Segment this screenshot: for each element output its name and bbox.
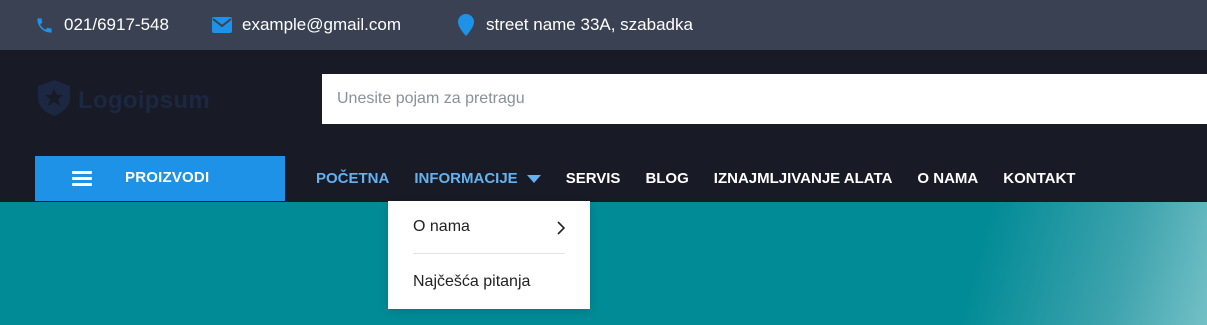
products-menu-button[interactable]: PROIZVODI xyxy=(35,156,285,201)
nav-item-label: IZNAJMLJIVANJE ALATA xyxy=(713,170,893,187)
email-address: example@gmail.com xyxy=(242,15,401,34)
logo-shield-icon xyxy=(38,80,70,121)
nav-item-o-nama[interactable]: O NAMA xyxy=(917,170,978,187)
dropdown-item-label: Najčešća pitanja xyxy=(413,272,531,290)
address-contact[interactable]: street name 33A, szabadka xyxy=(458,0,693,50)
caret-down-icon xyxy=(526,174,541,183)
nav-item-label: O NAMA xyxy=(917,170,979,187)
phone-contact[interactable]: 021/6917-548 xyxy=(35,0,169,50)
hero-banner xyxy=(0,202,1207,325)
nav-item-iznajmljivanje-alata[interactable]: IZNAJMLJIVANJE ALATA xyxy=(714,170,893,187)
phone-icon xyxy=(35,16,54,35)
main-nav: POČETNA INFORMACIJE SERVIS BLOG IZNAJMLJ… xyxy=(316,156,1100,201)
nav-item-blog[interactable]: BLOG xyxy=(645,170,688,187)
nav-item-label: SERVIS xyxy=(565,170,621,187)
nav-item-servis[interactable]: SERVIS xyxy=(566,170,621,187)
hamburger-menu-icon xyxy=(72,171,92,186)
street-address: street name 33A, szabadka xyxy=(486,15,693,34)
contact-topbar: 021/6917-548 example@gmail.com street na… xyxy=(0,0,1207,50)
informacije-dropdown: O nama Najčešća pitanja xyxy=(388,201,590,309)
phone-number: 021/6917-548 xyxy=(64,15,169,34)
nav-item-label: POČETNA xyxy=(316,170,390,187)
site-header: Logoipsum PROIZVODI POČETNA INFORMACIJE … xyxy=(0,50,1207,202)
nav-item-informacije[interactable]: INFORMACIJE xyxy=(414,170,541,187)
nav-item-label: BLOG xyxy=(645,170,689,187)
nav-item-label: KONTAKT xyxy=(1003,170,1076,187)
email-contact[interactable]: example@gmail.com xyxy=(212,0,401,50)
nav-item-label: INFORMACIJE xyxy=(414,170,518,187)
logo-text: Logoipsum xyxy=(78,86,211,114)
products-label: PROIZVODI xyxy=(125,169,210,186)
nav-item-pocetna[interactable]: POČETNA xyxy=(316,170,389,187)
location-pin-icon xyxy=(458,14,474,36)
dropdown-item-o-nama[interactable]: O nama xyxy=(413,201,566,254)
chevron-right-icon xyxy=(557,221,566,240)
logo[interactable]: Logoipsum xyxy=(38,80,210,121)
dropdown-item-label: O nama xyxy=(413,218,470,235)
nav-item-kontakt[interactable]: KONTAKT xyxy=(1003,170,1075,187)
dropdown-item-najcesca-pitanja[interactable]: Najčešća pitanja xyxy=(413,255,565,308)
mail-icon xyxy=(212,17,232,33)
search-input[interactable] xyxy=(322,74,1207,124)
